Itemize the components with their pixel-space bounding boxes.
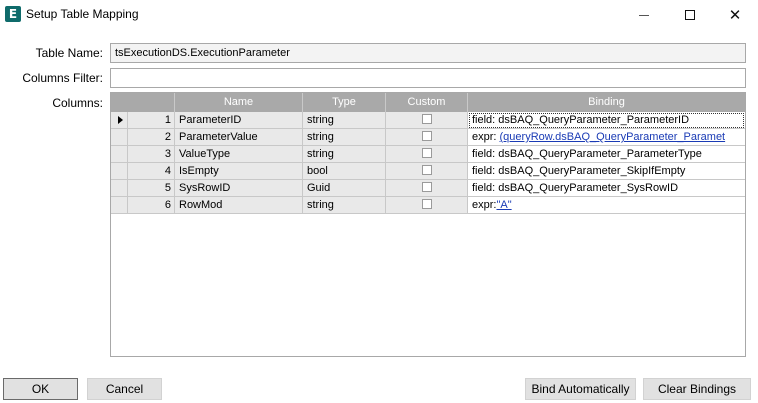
row-number: 6 (128, 197, 175, 214)
columns-label: Columns: (52, 96, 103, 110)
custom-checkbox[interactable] (421, 114, 432, 124)
custom-checkbox[interactable] (421, 131, 432, 141)
row-selector[interactable] (111, 112, 128, 129)
table-row[interactable]: 2 ParameterValue string expr: (queryRow.dsB… (111, 129, 745, 146)
type-cell[interactable]: string (303, 129, 386, 146)
binding-cell[interactable]: field: dsBAQ_QueryParameter_ParameterID (468, 112, 745, 129)
binding-expression-link[interactable]: "A" (496, 199, 511, 211)
row-number: 5 (128, 180, 175, 197)
custom-cell[interactable] (386, 146, 468, 163)
binding-cell[interactable]: expr:"A" (468, 197, 745, 214)
name-cell[interactable]: ValueType (175, 146, 303, 163)
custom-checkbox[interactable] (421, 165, 432, 175)
custom-cell[interactable] (386, 129, 468, 146)
type-cell[interactable]: string (303, 197, 386, 214)
ok-button[interactable]: OK (3, 378, 78, 400)
binding-prefix: field: (472, 148, 499, 160)
clear-bindings-button[interactable]: Clear Bindings (643, 378, 751, 400)
name-cell[interactable]: ParameterValue (175, 129, 303, 146)
close-icon: ✕ (728, 5, 742, 24)
custom-cell[interactable] (386, 180, 468, 197)
row-number: 3 (128, 146, 175, 163)
table-name-field[interactable]: tsExecutionDS.ExecutionParameter (110, 43, 746, 63)
custom-cell[interactable] (386, 112, 468, 129)
binding-cell[interactable]: field: dsBAQ_QueryParameter_SkipIfEmpty (468, 163, 745, 180)
custom-cell[interactable] (386, 197, 468, 214)
app-icon: E (5, 6, 21, 22)
binding-value: dsBAQ_QueryParameter_ParameterType (498, 148, 702, 160)
name-cell[interactable]: IsEmpty (175, 163, 303, 180)
row-selector[interactable] (111, 163, 128, 180)
header-row-selector (111, 93, 175, 112)
current-row-arrow-icon (118, 116, 123, 124)
maximize-button[interactable] (667, 0, 713, 30)
binding-prefix: field: (472, 165, 499, 177)
binding-prefix: expr: (472, 131, 500, 143)
binding-prefix: field: (472, 182, 499, 194)
name-cell[interactable]: RowMod (175, 197, 303, 214)
table-name-label: Table Name: (35, 46, 103, 60)
type-cell[interactable]: string (303, 146, 386, 163)
binding-expression-link[interactable]: (queryRow.dsBAQ_QueryParameter_Paramet (500, 131, 726, 143)
binding-cell[interactable]: field: dsBAQ_QueryParameter_SysRowID (468, 180, 745, 197)
setup-table-mapping-dialog: E Setup Table Mapping ✕ Table Name: tsEx… (0, 0, 758, 403)
type-cell[interactable]: string (303, 112, 386, 129)
binding-prefix: field: (472, 114, 499, 126)
custom-checkbox[interactable] (421, 182, 432, 192)
table-row[interactable]: 5 SysRowID Guid field: dsBAQ_QueryParameter… (111, 180, 745, 197)
binding-cell[interactable]: expr: (queryRow.dsBAQ_QueryParameter_Par… (468, 129, 745, 146)
row-selector[interactable] (111, 129, 128, 146)
title-bar: E Setup Table Mapping ✕ (0, 0, 758, 30)
table-row[interactable]: 1 ParameterID string field: dsBAQ_QueryPara… (111, 112, 745, 129)
custom-cell[interactable] (386, 163, 468, 180)
columns-grid[interactable]: Name Type Custom Binding 1 ParameterID str… (110, 92, 746, 357)
binding-prefix: expr: (472, 199, 497, 211)
custom-checkbox[interactable] (421, 199, 432, 209)
type-cell[interactable]: Guid (303, 180, 386, 197)
columns-filter-label: Columns Filter: (22, 71, 103, 85)
binding-cell[interactable]: field: dsBAQ_QueryParameter_ParameterTyp… (468, 146, 745, 163)
table-row[interactable]: 3 ValueType string field: dsBAQ_QueryParame… (111, 146, 745, 163)
name-cell[interactable]: ParameterID (175, 112, 303, 129)
close-button[interactable]: ✕ (712, 0, 758, 30)
type-cell[interactable]: bool (303, 163, 386, 180)
table-row[interactable]: 6 RowMod string expr:"A" (111, 197, 745, 214)
row-selector[interactable] (111, 146, 128, 163)
bind-automatically-button[interactable]: Bind Automatically (525, 378, 636, 400)
row-selector[interactable] (111, 197, 128, 214)
name-cell[interactable]: SysRowID (175, 180, 303, 197)
row-number: 2 (128, 129, 175, 146)
custom-checkbox[interactable] (421, 148, 432, 158)
header-type[interactable]: Type (303, 93, 386, 112)
row-number: 4 (128, 163, 175, 180)
cancel-button[interactable]: Cancel (87, 378, 162, 400)
maximize-icon (685, 10, 695, 20)
header-custom[interactable]: Custom (386, 93, 468, 112)
minimize-icon (639, 14, 649, 16)
row-number: 1 (128, 112, 175, 129)
row-selector[interactable] (111, 180, 128, 197)
header-binding[interactable]: Binding (468, 93, 745, 112)
binding-value: dsBAQ_QueryParameter_SysRowID (498, 182, 679, 194)
columns-filter-input[interactable] (110, 68, 746, 88)
binding-value: dsBAQ_QueryParameter_SkipIfEmpty (498, 165, 686, 177)
binding-value: dsBAQ_QueryParameter_ParameterID (498, 114, 690, 126)
window-title: Setup Table Mapping (26, 7, 139, 21)
minimize-button[interactable] (621, 0, 667, 30)
grid-header: Name Type Custom Binding (111, 93, 745, 112)
header-name[interactable]: Name (175, 93, 303, 112)
table-row[interactable]: 4 IsEmpty bool field: dsBAQ_QueryParameter_… (111, 163, 745, 180)
